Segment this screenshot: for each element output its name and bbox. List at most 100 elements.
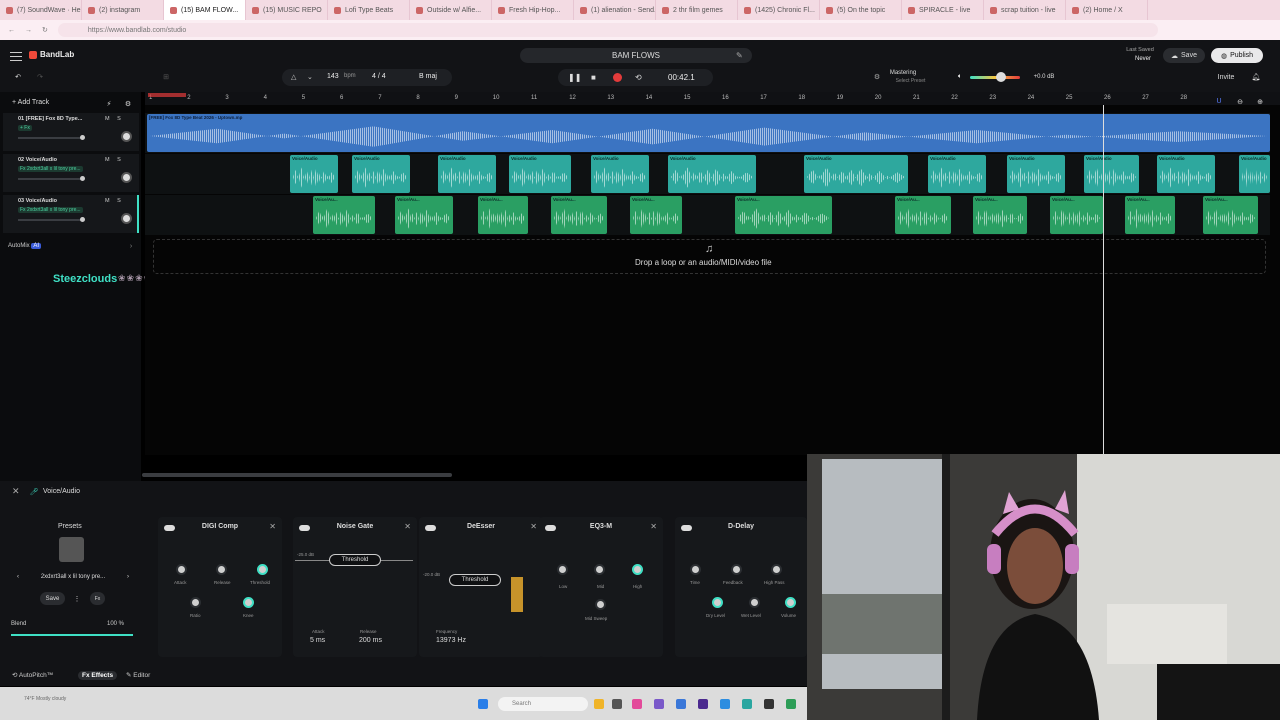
knee-knob[interactable] [243,597,254,608]
grid-icon[interactable]: ⊞ [160,72,172,82]
mastering-label[interactable]: Mastering [888,69,918,77]
browser-tab[interactable]: (15) MUSIC REPO [246,0,328,20]
time-knob[interactable] [690,564,701,575]
bpm-value[interactable]: 143 [327,73,339,80]
pan-knob[interactable] [121,172,132,183]
edit-title-icon[interactable]: ✎ [736,51,743,60]
mastering-preset[interactable]: Select Preset [888,77,933,84]
browser-tab[interactable]: Outside w/ Alfie... [410,0,492,20]
audio-clip[interactable]: Voice/Audio [1157,155,1215,193]
record-button[interactable] [613,73,622,82]
audio-clip[interactable]: Voice/Audio [438,155,496,193]
mid-sweep-knob[interactable] [595,599,606,610]
audio-clip[interactable]: Voice/Audio [290,155,338,193]
audio-clip[interactable]: Voice/Audio [1239,155,1270,193]
close-icon[interactable]: ✕ [12,486,20,497]
release-knob[interactable] [216,564,227,575]
audio-clip[interactable]: Voice/Audio [804,155,908,193]
browser-icon[interactable] [742,699,752,709]
invite-button[interactable]: Invite [1212,72,1240,82]
audio-clip[interactable]: Voice/Audio [668,155,756,193]
playhead[interactable] [1103,105,1104,455]
browser-tab[interactable]: (7) SoundWave · Help [0,0,82,20]
track-header-2[interactable]: 02 Voice/Audio Fx 2xdxrt3all x lil tony … [3,154,139,192]
audio-clip[interactable]: Voice/Audio [1084,155,1139,193]
bell-icon[interactable]: 🔔︎ [1250,72,1262,82]
browser-tab[interactable]: 2 thr film gemes [656,0,738,20]
timeline-ruler[interactable]: 1 2 3 4 5 6 7 8 9 10 11 12 13 14 15 16 17 18 19 20 21 22 23 24 2… [145,92,1280,105]
wet-level-knob[interactable] [749,597,760,608]
track-header-1[interactable]: 01 [FREE] Fox 8D Type... + Fx M S [3,113,139,151]
chevron-left-icon[interactable]: ‹ [17,574,19,580]
track-name[interactable]: 02 Voice/Audio [18,157,57,163]
browser-tab[interactable]: SPIRACLE - live [902,0,984,20]
threshold-handle[interactable]: Threshold [449,574,501,586]
audio-clip[interactable]: Voice/Audio [591,155,649,193]
frequency-value[interactable]: 13973 Hz [436,637,466,644]
windows-icon[interactable] [478,699,488,709]
blend-slider[interactable] [11,634,133,636]
audio-clip[interactable]: Voice/Au... [1203,196,1258,234]
track-volume-slider[interactable] [18,176,85,181]
ratio-knob[interactable] [190,597,201,608]
browser-tab[interactable]: (1) alienation - Send... [574,0,656,20]
reload-icon[interactable]: ↻ [42,26,48,34]
folder-icon[interactable] [594,699,604,709]
audio-clip[interactable]: Voice/Au... [630,196,682,234]
mastering-icon[interactable]: ⚙ [872,72,882,82]
attack-value[interactable]: 5 ms [310,637,325,644]
volume-icon[interactable]: 🔈︎ [955,72,965,82]
track-volume-slider[interactable] [18,217,85,222]
preset-selector[interactable]: ‹ 2xdxrt3all x lil tony pre... › [14,571,132,583]
taskbar-search[interactable]: Search [498,697,588,711]
teams-icon[interactable] [698,699,708,709]
more-icon[interactable]: ⋮ [74,594,81,603]
volume-knob[interactable] [785,597,796,608]
audio-clip[interactable]: Voice/Audio [509,155,571,193]
chevron-right-icon[interactable]: › [127,574,129,580]
high-knob[interactable] [632,564,643,575]
store-icon[interactable] [676,699,686,709]
add-track-button[interactable]: + Add Track [12,99,49,106]
browser-tab[interactable]: scrap tuition - live [984,0,1066,20]
remove-effect-icon[interactable]: ✕ [269,522,276,531]
audio-clip[interactable]: Voice/Au... [313,196,375,234]
track-settings-icon[interactable]: ⚙ [123,99,133,108]
dry-level-knob[interactable] [712,597,723,608]
undo-icon[interactable]: ↶ [13,72,23,82]
browser-tab[interactable]: (5) On the topic [820,0,902,20]
stop-icon[interactable]: ■ [591,73,596,82]
publish-button[interactable]: ◍ Publish [1211,48,1263,63]
url-field[interactable]: https://www.bandlab.com/studio [57,23,1158,37]
track-header-3[interactable]: 03 Voice/Audio Fx 2xdxrt3all x lil tony … [3,195,139,233]
spotify-icon[interactable] [786,699,796,709]
audio-clip[interactable]: Voice/Au... [1050,196,1103,234]
audio-clip[interactable]: Voice/Audio [1007,155,1065,193]
browser-tab[interactable]: Lofi Type Beats [328,0,410,20]
audio-clip[interactable]: Voice/Audio [352,155,410,193]
audio-clip[interactable]: Voice/Au... [973,196,1027,234]
preset-artwork[interactable] [59,537,84,562]
browser-tab[interactable]: (2) Home / X [1066,0,1148,20]
remove-effect-icon[interactable]: ✕ [650,522,657,531]
browser-tab[interactable]: (15) BAM FLOW... [164,0,246,20]
tab-autopitch[interactable]: ⟲ AutoPitch™ [12,671,53,679]
steam-icon[interactable] [764,699,774,709]
audio-clip[interactable]: Voice/Au... [895,196,951,234]
forward-icon[interactable]: → [25,27,32,34]
horizontal-scrollbar[interactable] [142,473,452,477]
browser-tab[interactable]: (1425) Chronic Fl... [738,0,820,20]
key-value[interactable]: B maj [419,73,437,80]
redo-icon[interactable]: ↷ [35,72,45,82]
project-title-field[interactable]: BAM FLOWS [520,48,752,63]
chevron-right-icon[interactable]: › [127,242,135,250]
preset-save-button[interactable]: Save [40,592,65,605]
mid-knob[interactable] [594,564,605,575]
attack-knob[interactable] [176,564,187,575]
browser-tab[interactable]: Fresh Hip-Hop... [492,0,574,20]
tab-effects[interactable]: Fx Effects [78,671,118,680]
audio-clip[interactable]: Voice/Audio [928,155,986,193]
audio-clip[interactable]: Voice/Au... [395,196,453,234]
loop-icon[interactable]: ⟲ [635,73,642,82]
audio-clip[interactable]: Voice/Au... [1125,196,1175,234]
